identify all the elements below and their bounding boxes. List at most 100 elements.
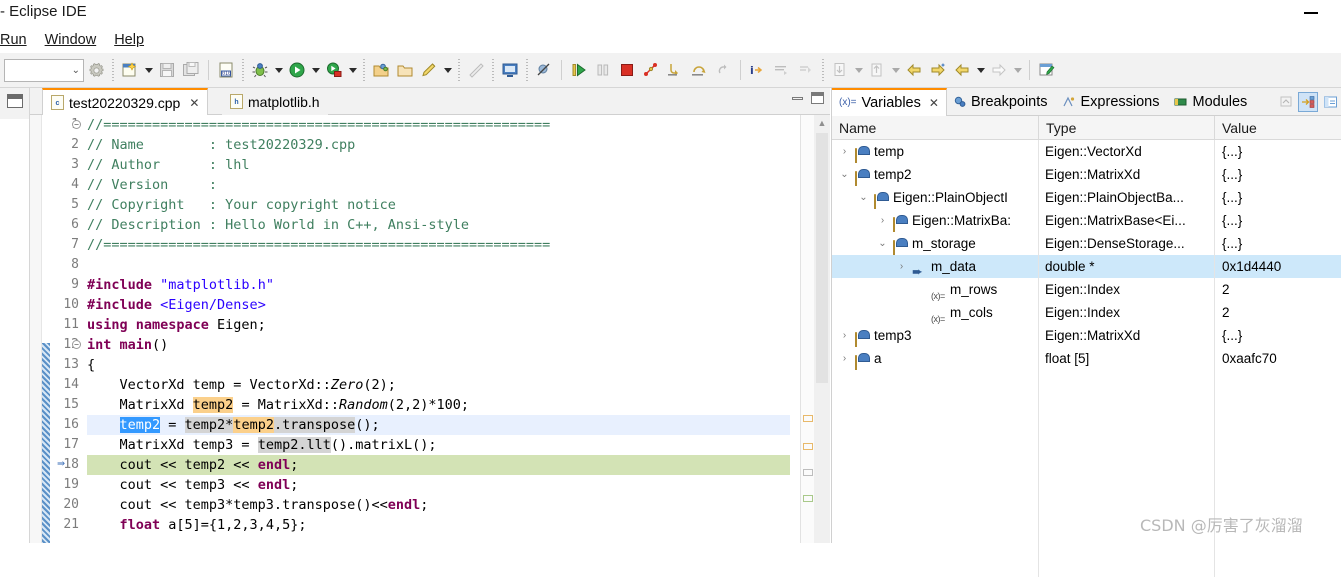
open-type-button[interactable] <box>828 58 852 82</box>
overview-ruler-marker[interactable] <box>803 469 813 476</box>
code-line[interactable]: // Version : <box>87 175 790 195</box>
code-editor[interactable]: 1− 2 3 4 5 6 7 8 9 10 11 12− 13 14 15 16 17 18⇛ 19 20 21 //=… <box>30 115 830 543</box>
open-declaration-dropdown-arrow[interactable] <box>889 58 902 82</box>
code-line[interactable]: #include "matplotlib.h" <box>87 275 790 295</box>
run-button[interactable] <box>285 58 309 82</box>
view-menu-button[interactable] <box>1320 92 1340 112</box>
restore-view-icon[interactable] <box>7 94 23 108</box>
column-header-type[interactable]: Type <box>1039 116 1215 140</box>
chevron-down-icon[interactable]: ⌄ <box>838 163 851 186</box>
table-row[interactable]: › ➨ m_data double * 0x1d4440 <box>832 255 1341 278</box>
code-line[interactable]: //======================================… <box>87 235 790 255</box>
run-dropdown-arrow[interactable] <box>309 58 322 82</box>
drop-to-frame-button[interactable] <box>794 58 818 82</box>
launch-config-combo[interactable]: ⌄ <box>4 58 84 82</box>
debug-button[interactable] <box>248 58 272 82</box>
open-declaration-button[interactable] <box>865 58 889 82</box>
build-button[interactable]: 010 <box>214 58 238 82</box>
overview-ruler[interactable] <box>800 115 814 543</box>
table-row[interactable]: ⌄ Eigen::PlainObjectI Eigen::PlainObjectBa… <box>832 186 1341 209</box>
chevron-right-icon[interactable]: › <box>838 324 851 347</box>
suspend-button[interactable] <box>591 58 615 82</box>
chevron-right-icon[interactable]: › <box>838 140 851 163</box>
annotation-button[interactable] <box>417 58 441 82</box>
column-header-name[interactable]: Name <box>832 116 1039 140</box>
skip-breakpoints-button[interactable] <box>532 58 556 82</box>
forward-new-button[interactable] <box>926 58 950 82</box>
chevron-right-icon[interactable]: › <box>838 347 851 370</box>
code-line[interactable]: // Description : Hello World in C++, Ans… <box>87 215 790 235</box>
editor-minimize-button[interactable] <box>792 96 803 100</box>
folding-gutter[interactable] <box>30 115 42 543</box>
code-line[interactable]: #include <Eigen/Dense> <box>87 295 790 315</box>
code-line[interactable]: //======================================… <box>87 115 790 135</box>
back-history-button[interactable] <box>950 58 974 82</box>
chevron-down-icon[interactable]: ⌄ <box>857 186 870 209</box>
chevron-right-icon[interactable]: › <box>876 209 889 232</box>
editor-vertical-scrollbar[interactable]: ▲ <box>814 115 830 543</box>
tab-variables[interactable]: (x)= Variables ✕ <box>832 87 947 116</box>
code-line[interactable]: VectorXd temp = VectorXd::Zero(2); <box>87 375 790 395</box>
coverage-button[interactable] <box>322 58 346 82</box>
open-type-dropdown-arrow[interactable] <box>852 58 865 82</box>
step-into-selection-button[interactable] <box>770 58 794 82</box>
close-icon[interactable]: ✕ <box>929 96 939 110</box>
new-button[interactable] <box>118 58 142 82</box>
ruler-button[interactable] <box>464 58 488 82</box>
variables-tree[interactable]: › temp Eigen::VectorXd {...} ⌄ temp2 Eigen::Ma… <box>832 140 1341 577</box>
close-project-button[interactable] <box>393 58 417 82</box>
code-line[interactable]: cout << temp2 << endl; <box>87 455 790 475</box>
editor-tab-matplotlib[interactable]: h matplotlib.h <box>222 88 328 115</box>
menu-item-window[interactable]: Window <box>36 30 106 50</box>
terminate-button[interactable] <box>615 58 639 82</box>
close-icon[interactable]: ✕ <box>189 96 199 110</box>
table-row[interactable]: (x)= m_cols Eigen::Index 2 <box>832 301 1341 324</box>
step-return-button[interactable] <box>711 58 735 82</box>
disconnect-button[interactable] <box>639 58 663 82</box>
scroll-up-icon[interactable]: ▲ <box>814 115 830 131</box>
chevron-down-icon[interactable]: ⌄ <box>876 232 889 255</box>
fold-toggle-icon[interactable]: − <box>72 340 81 349</box>
step-over-button[interactable] <box>687 58 711 82</box>
editor-maximize-button[interactable] <box>811 92 824 104</box>
scrollbar-thumb[interactable] <box>816 133 828 383</box>
coverage-dropdown-arrow[interactable] <box>346 58 359 82</box>
overview-ruler-marker[interactable] <box>803 443 813 450</box>
new-window-button[interactable] <box>1035 58 1059 82</box>
show-logical-structure-button[interactable] <box>1298 91 1318 112</box>
debug-dropdown-arrow[interactable] <box>272 58 285 82</box>
tab-breakpoints[interactable]: Breakpoints <box>947 88 1055 116</box>
save-all-button[interactable] <box>179 58 203 82</box>
save-button[interactable] <box>155 58 179 82</box>
table-row[interactable]: ⌄ m_storage Eigen::DenseStorage... {...} <box>832 232 1341 255</box>
code-line[interactable]: // Name : test20220329.cpp <box>87 135 790 155</box>
new-dropdown-arrow[interactable] <box>142 58 155 82</box>
code-line[interactable]: temp2 = temp2*temp2.transpose(); <box>87 415 790 435</box>
code-line[interactable]: // Copyright : Your copyright notice <box>87 195 790 215</box>
window-minimize-button[interactable] <box>1291 0 1331 26</box>
table-row[interactable]: (x)= m_rows Eigen::Index 2 <box>832 278 1341 301</box>
code-line[interactable]: MatrixXd temp2 = MatrixXd::Random(2,2)*1… <box>87 395 790 415</box>
code-line[interactable] <box>87 255 790 275</box>
menu-item-help[interactable]: Help <box>105 30 153 50</box>
back-dropdown-arrow[interactable] <box>974 58 987 82</box>
column-header-value[interactable]: Value <box>1215 116 1341 140</box>
overview-ruler-marker[interactable] <box>803 495 813 502</box>
forward-dropdown-arrow[interactable] <box>1011 58 1024 82</box>
resume-button[interactable] <box>567 58 591 82</box>
table-row[interactable]: ⌄ temp2 Eigen::MatrixXd {...} <box>832 163 1341 186</box>
table-row[interactable]: › Eigen::MatrixBa: Eigen::MatrixBase<Ei...… <box>832 209 1341 232</box>
code-line[interactable]: cout << temp3*temp3.transpose()<<endl; <box>87 495 790 515</box>
collapse-all-button[interactable] <box>1276 92 1296 112</box>
code-line[interactable]: { <box>87 355 790 375</box>
code-line[interactable]: using namespace Eigen; <box>87 315 790 335</box>
code-line[interactable]: cout << temp3 << endl; <box>87 475 790 495</box>
fold-toggle-icon[interactable]: − <box>72 120 81 129</box>
open-project-button[interactable] <box>369 58 393 82</box>
back-button[interactable] <box>902 58 926 82</box>
chevron-right-icon[interactable]: › <box>895 255 908 278</box>
annotation-dropdown-arrow[interactable] <box>441 58 454 82</box>
editor-tab-test20220329[interactable]: c test20220329.cpp ✕ <box>42 88 209 115</box>
code-line[interactable]: float a[5]={1,2,3,4,5}; <box>87 515 790 535</box>
overview-ruler-marker[interactable] <box>803 415 813 422</box>
